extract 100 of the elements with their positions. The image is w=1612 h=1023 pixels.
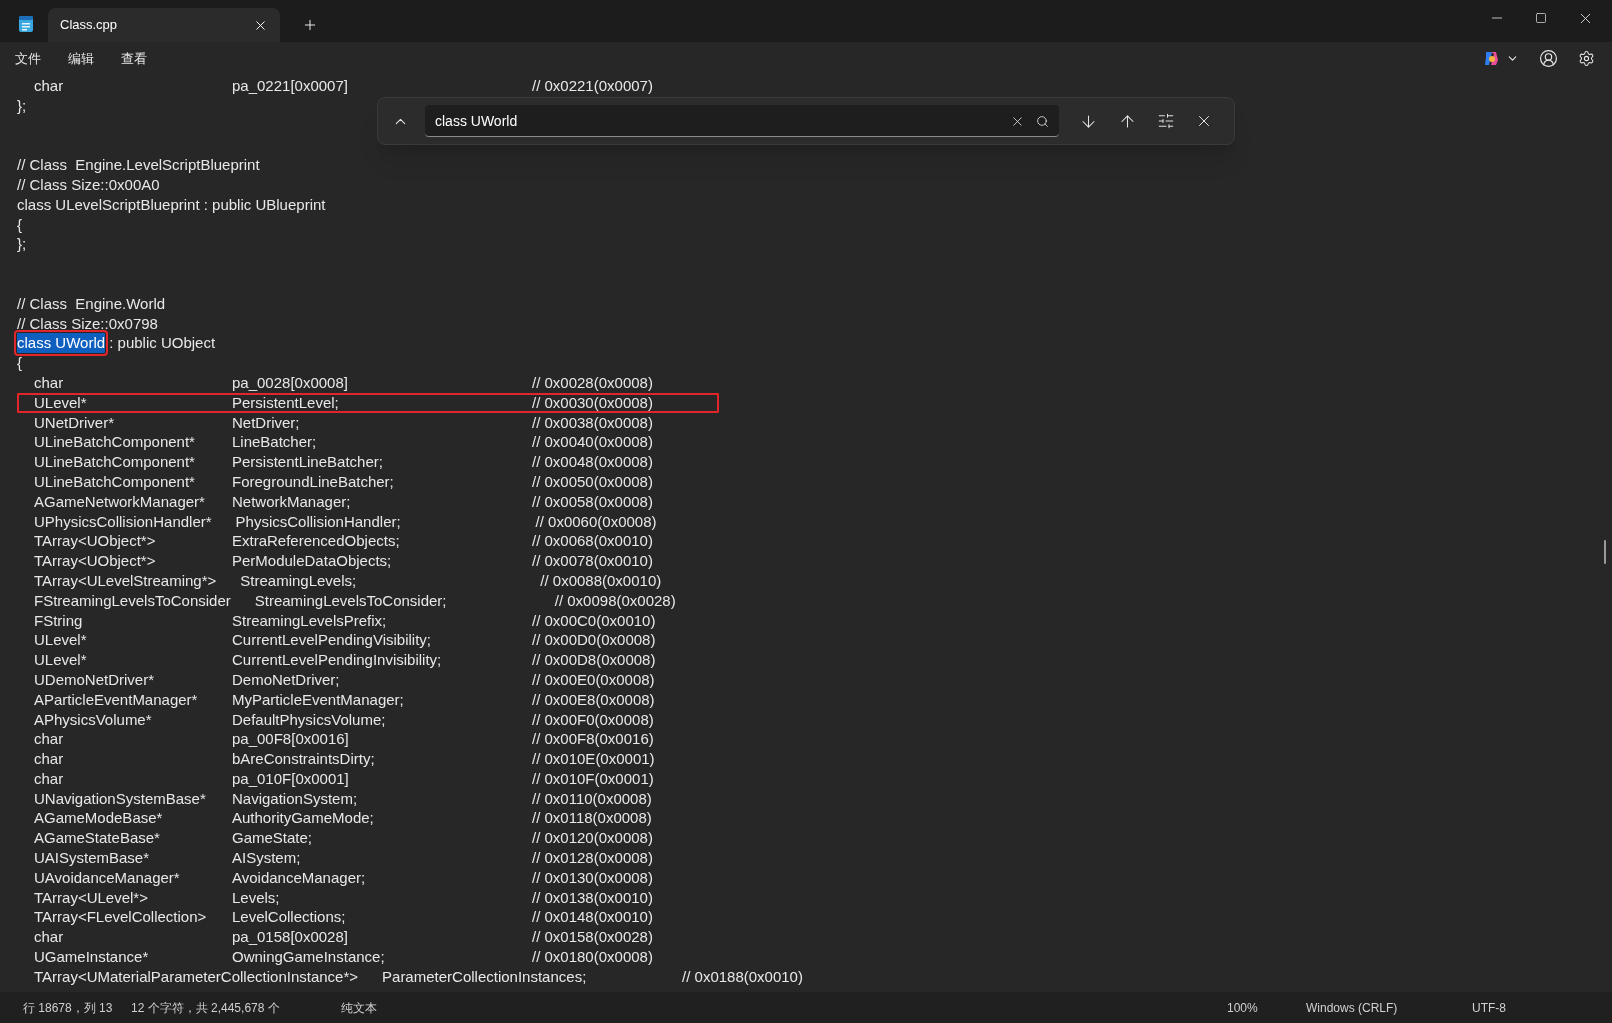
field-type: AParticleEventManager*	[34, 689, 199, 710]
field-type: ULineBatchComponent*	[34, 432, 196, 453]
code-comment: // 0x0120(0x0008)	[532, 828, 653, 849]
zoom-level[interactable]: 100%	[1227, 998, 1306, 1017]
code-comment: // 0x0030(0x0008)	[532, 394, 653, 411]
menu-item[interactable]: 编辑	[68, 48, 94, 69]
field-name: Levels;	[232, 887, 281, 908]
menu-item[interactable]: 查看	[121, 48, 147, 69]
search-icon[interactable]	[1036, 115, 1049, 128]
field-name: pa_0158[0x0028]	[232, 927, 349, 948]
menu-item[interactable]: 文件	[15, 48, 41, 69]
code-comment: // 0x0128(0x0008)	[532, 848, 653, 868]
clear-icon[interactable]	[1010, 114, 1025, 129]
field-type: char	[34, 768, 65, 789]
field-name: pa_0028[0x0008]	[232, 372, 349, 393]
field-name: PhysicsCollisionHandler;	[235, 511, 402, 532]
field-name: ParameterCollectionInstances;	[382, 966, 588, 987]
code-line: // Class Engine.LevelScriptBlueprint	[17, 156, 260, 174]
field-name: MyParticleEventManager;	[232, 689, 405, 710]
field-type: char	[34, 749, 65, 769]
field-name: NetworkManager;	[232, 491, 352, 512]
field-name: CurrentLevelPendingInvisibility;	[232, 650, 443, 670]
field-type: TArray<ULevel*>	[34, 887, 149, 908]
field-type: FStreamingLevelsToConsider	[34, 590, 232, 611]
scrollbar-thumb[interactable]	[1604, 540, 1606, 564]
field-type: UAISystemBase*	[34, 848, 151, 868]
code-comment: // 0x0180(0x0008)	[532, 947, 653, 967]
cursor-position: 行 18678，列 13	[23, 999, 114, 1017]
selection-count: 12 个字符，共 2,445,678 个	[131, 999, 281, 1017]
line-ending[interactable]: Windows (CRLF)	[1306, 998, 1472, 1017]
field-type: AGameStateBase*	[34, 828, 161, 849]
field-name: PerModuleDataObjects;	[232, 551, 393, 571]
search-field[interactable]: class UWorld	[425, 105, 1059, 137]
field-type: ULineBatchComponent*	[34, 452, 196, 472]
code-line: };	[17, 96, 27, 114]
code-comment: // 0x0110(0x0008)	[532, 788, 652, 809]
code-comment: // 0x0221(0x0007)	[532, 76, 653, 96]
code-comment: // 0x0158(0x0028)	[532, 927, 653, 948]
field-type: UNavigationSystemBase*	[34, 788, 207, 809]
field-name: LineBatcher;	[232, 432, 318, 453]
code-comment: // 0x00D8(0x0008)	[532, 650, 656, 670]
colorful-logo-icon	[1483, 50, 1500, 67]
field-name: PersistentLevel;	[232, 394, 340, 411]
field-name: CurrentLevelPendingVisibility;	[232, 630, 432, 651]
field-name: DefaultPhysicsVolume;	[232, 709, 387, 730]
field-name: StreamingLevelsToConsider;	[254, 590, 448, 611]
options-icon[interactable]	[1157, 112, 1175, 130]
new-tab-icon[interactable]	[302, 17, 318, 33]
code-text: : public UObject	[108, 333, 216, 354]
file-tab[interactable]: Class.cpp	[48, 8, 280, 42]
code-line: };	[17, 235, 27, 253]
code-comment: // 0x00F8(0x0016)	[532, 729, 654, 750]
field-type: UGameInstance*	[34, 947, 150, 967]
code-line: {	[17, 215, 22, 233]
settings-icon[interactable]	[1578, 50, 1595, 67]
field-name: AuthorityGameMode;	[232, 808, 375, 829]
code-comment: // 0x00D0(0x0008)	[532, 630, 656, 651]
notepad-icon	[18, 15, 34, 33]
field-name: AvoidanceManager;	[232, 867, 367, 888]
account-icon[interactable]	[1539, 49, 1558, 68]
field-type: TArray<ULevelStreaming*>	[34, 570, 218, 591]
field-name: LevelCollections;	[232, 907, 347, 928]
code-comment: // 0x010E(0x0001)	[532, 749, 655, 769]
field-type: TArray<UMaterialParameterCollectionInstance*>	[34, 966, 360, 987]
field-type: TArray<FLevelCollection>	[34, 907, 208, 928]
field-name: ExtraReferencedObjects;	[232, 531, 401, 552]
file-format: 纯文本	[341, 999, 377, 1017]
field-type: AGameNetworkManager*	[34, 491, 206, 512]
field-name: ForegroundLineBatcher;	[232, 471, 395, 492]
field-name: bAreConstraintsDirty;	[232, 749, 376, 769]
code-comment: // 0x0078(0x0010)	[532, 551, 653, 571]
field-type: FString	[34, 610, 84, 631]
field-name: GameState;	[232, 828, 314, 849]
code-comment: // 0x00E8(0x0008)	[532, 689, 655, 710]
code-line: // Class Engine.World	[17, 294, 166, 312]
code-comment: // 0x00E0(0x0008)	[532, 669, 655, 690]
encoding[interactable]: UTF-8	[1472, 998, 1612, 1017]
field-type: TArray<UObject*>	[34, 551, 157, 571]
field-type: ULevel*	[34, 630, 88, 651]
code-comment: // 0x0060(0x0008)	[535, 511, 657, 532]
field-name: pa_0221[0x0007]	[232, 76, 349, 96]
field-type: char	[34, 927, 65, 948]
code-comment: // 0x0118(0x0008)	[532, 808, 652, 829]
field-name: DemoNetDriver;	[232, 669, 341, 690]
field-type: UDemoNetDriver*	[34, 669, 156, 690]
field-name: NavigationSystem;	[232, 788, 359, 809]
code-comment: // 0x00C0(0x0010)	[532, 610, 656, 631]
code-comment: // 0x0050(0x0008)	[532, 471, 653, 492]
field-type: UPhysicsCollisionHandler*	[34, 511, 213, 532]
field-name: OwningGameInstance;	[232, 947, 386, 967]
code-line: // Class Size::0x00A0	[17, 176, 160, 193]
field-name: StreamingLevels;	[240, 570, 358, 591]
selected-text: class UWorld	[17, 333, 106, 354]
copilot-button[interactable]	[1483, 50, 1519, 67]
field-name: pa_00F8[0x0016]	[232, 729, 350, 750]
code-comment: // 0x010F(0x0001)	[532, 768, 654, 789]
field-name: AISystem;	[232, 848, 302, 868]
maximize-icon[interactable]	[1535, 12, 1547, 24]
field-type: AGameModeBase*	[34, 808, 164, 829]
field-name: StreamingLevelsPrefix;	[232, 610, 388, 631]
